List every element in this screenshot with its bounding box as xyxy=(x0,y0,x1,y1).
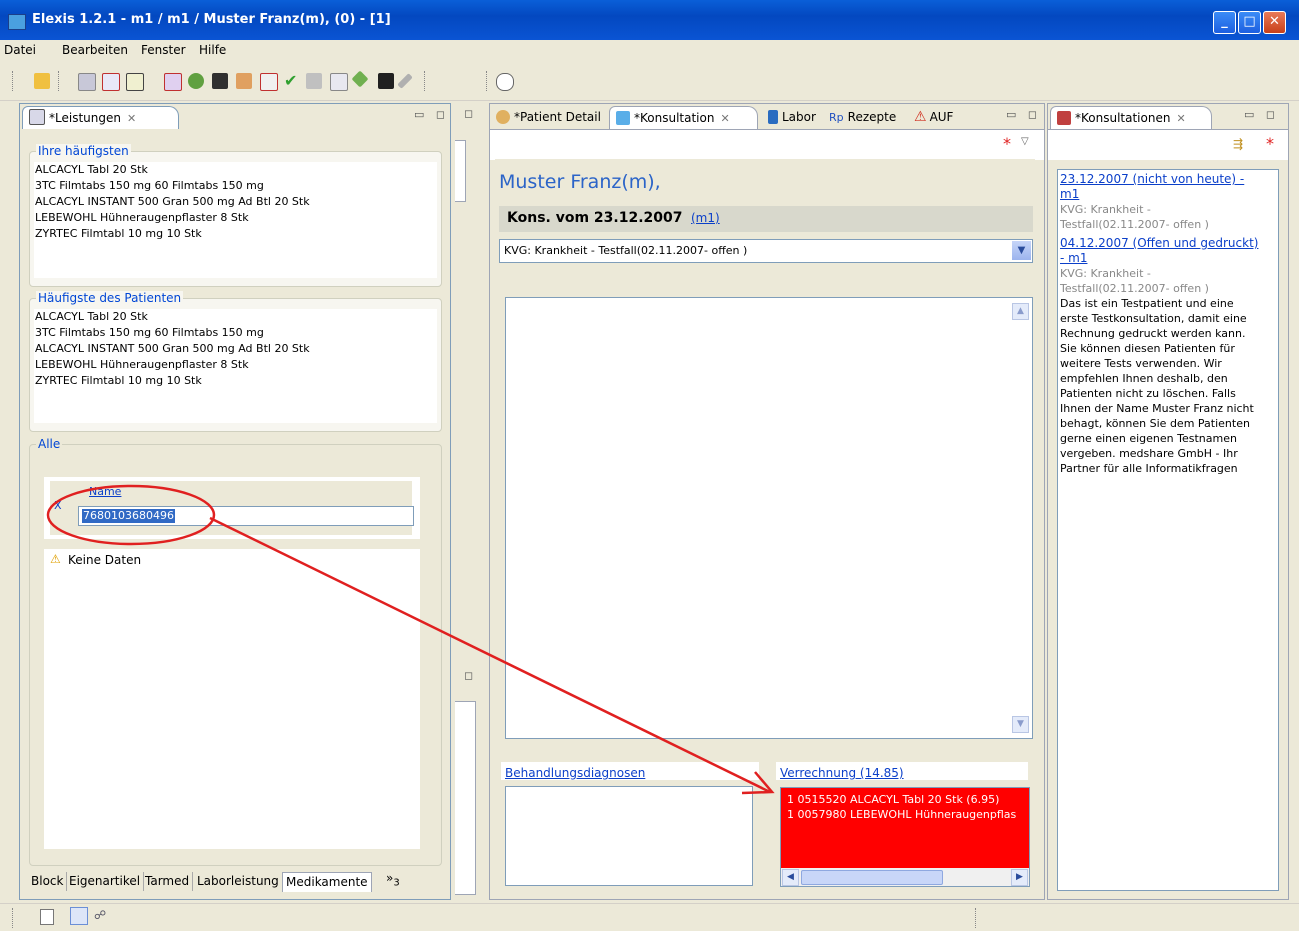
annotation-overlay xyxy=(46,484,775,795)
new-view-icon[interactable] xyxy=(40,909,54,925)
highlight-ellipse xyxy=(46,484,216,546)
list-icon[interactable] xyxy=(70,907,88,925)
stethoscope-icon[interactable]: ☍ xyxy=(94,908,106,922)
status-bar: ☍ xyxy=(0,903,1299,931)
annotation-arrow xyxy=(209,516,771,794)
